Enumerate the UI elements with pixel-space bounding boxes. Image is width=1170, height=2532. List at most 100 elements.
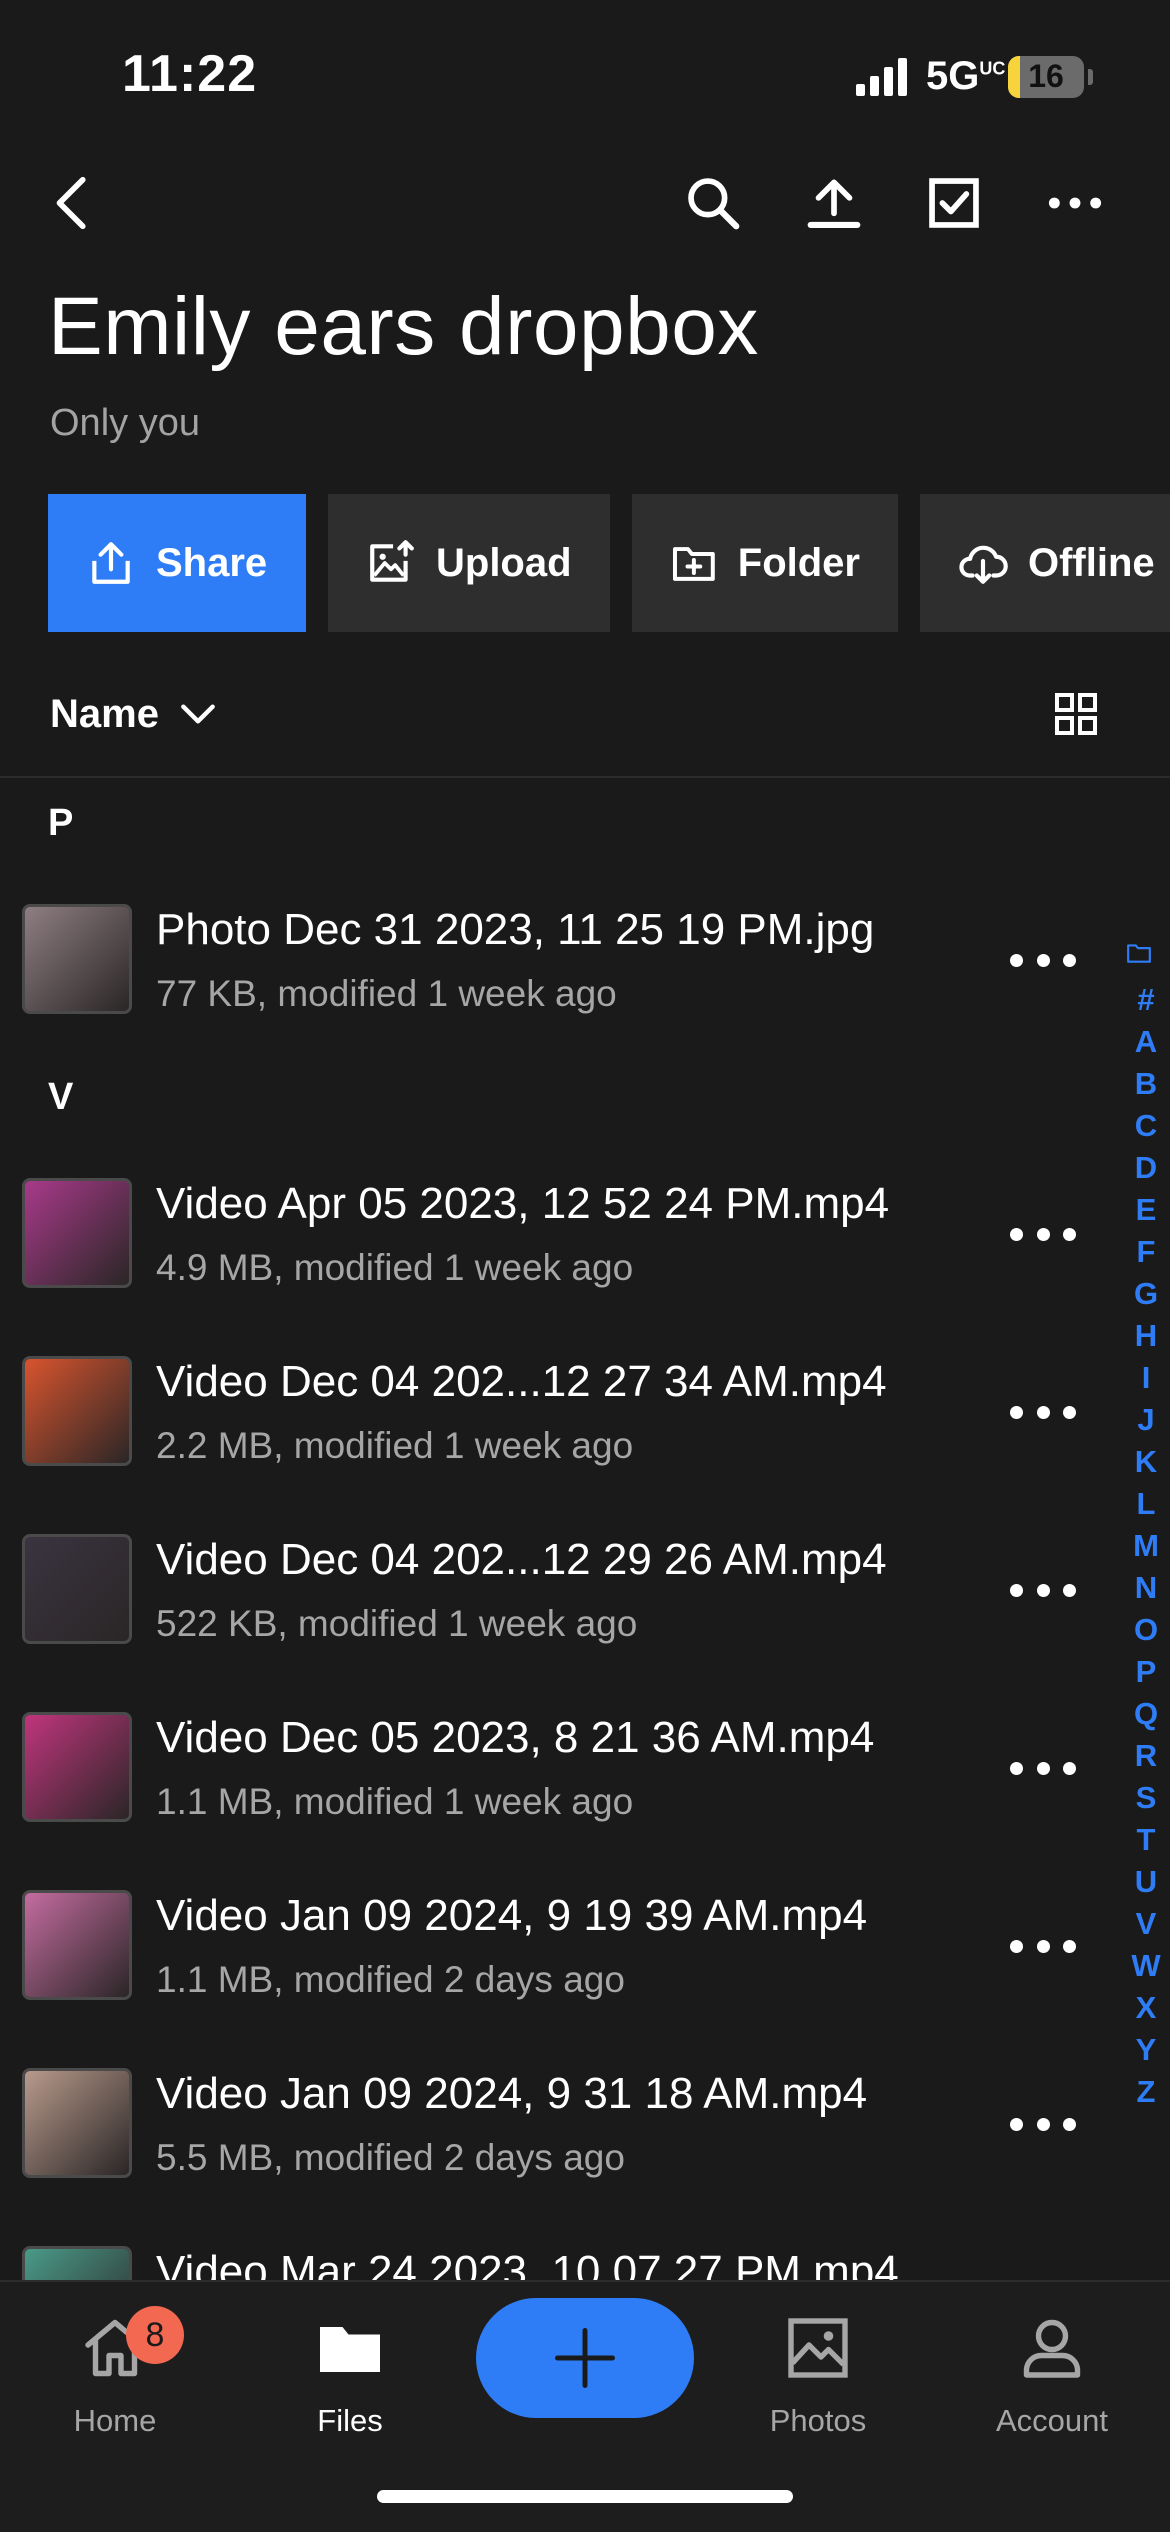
alphabet-index-letter[interactable]: W <box>1126 1945 1166 1987</box>
alphabet-index-letter[interactable]: J <box>1126 1399 1166 1441</box>
share-icon <box>92 542 130 584</box>
file-row[interactable]: Video Jan 09 2024, 9 31 18 AM.mp4 5.5 MB… <box>0 2037 1120 2215</box>
more-options-button[interactable] <box>1040 168 1110 238</box>
tab-account[interactable]: Account <box>967 2304 1137 2454</box>
file-more-button[interactable] <box>1010 1565 1076 1615</box>
alphabet-index-letter[interactable]: R <box>1126 1735 1166 1777</box>
file-thumbnail <box>22 1534 132 1644</box>
file-thumbnail <box>22 1178 132 1288</box>
file-name: Video Dec 04 202...12 29 26 AM.mp4 <box>156 1535 887 1584</box>
grid-view-icon[interactable] <box>1052 690 1100 738</box>
file-more-button[interactable] <box>1010 935 1076 985</box>
alphabet-index-letter[interactable]: L <box>1126 1483 1166 1525</box>
file-row[interactable]: Video Dec 04 202...12 27 34 AM.mp4 2.2 M… <box>0 1325 1120 1503</box>
battery-icon: 16 <box>1008 56 1084 98</box>
signal-icon <box>856 58 908 96</box>
alphabet-index-letter[interactable]: G <box>1126 1273 1166 1315</box>
file-more-button[interactable] <box>1010 1209 1076 1259</box>
alphabet-index-letter[interactable]: H <box>1126 1315 1166 1357</box>
create-folder-button[interactable]: Folder <box>632 494 898 632</box>
file-more-button[interactable] <box>1010 1743 1076 1793</box>
alphabet-index-letter[interactable]: D <box>1126 1147 1166 1189</box>
account-icon <box>1023 2319 1081 2378</box>
file-name: Video Jan 09 2024, 9 31 18 AM.mp4 <box>156 2069 868 2118</box>
tab-photos-label: Photos <box>769 2403 867 2438</box>
folder-label: Folder <box>737 540 860 585</box>
file-more-button[interactable] <box>1010 1387 1076 1437</box>
alphabet-index-letter[interactable]: A <box>1126 1021 1166 1063</box>
alphabet-index-letter[interactable]: M <box>1126 1525 1166 1567</box>
share-button[interactable]: Share <box>48 494 306 632</box>
file-thumbnail <box>22 2068 132 2178</box>
file-name: Video Jan 09 2024, 9 19 39 AM.mp4 <box>156 1891 868 1940</box>
file-meta: 4.9 MB, modified 1 week ago <box>156 1247 634 1288</box>
file-more-button[interactable] <box>1010 1921 1076 1971</box>
file-meta: 2.2 MB, modified 1 week ago <box>156 1425 634 1466</box>
file-meta: 77 KB, modified 1 week ago <box>156 973 617 1014</box>
alphabet-index-letter[interactable]: T <box>1126 1819 1166 1861</box>
alphabet-index-letter[interactable]: S <box>1126 1777 1166 1819</box>
network-suffix: UC <box>979 58 1006 79</box>
page-title: Emily ears dropbox <box>48 281 759 372</box>
file-thumbnail <box>22 1712 132 1822</box>
alphabet-index-letter[interactable]: P <box>1126 1651 1166 1693</box>
alphabet-index-letter[interactable]: Q <box>1126 1693 1166 1735</box>
tab-account-label: Account <box>995 2403 1108 2438</box>
tab-home-label: Home <box>73 2403 157 2438</box>
alphabet-index-letter[interactable]: N <box>1126 1567 1166 1609</box>
alphabet-index-letter[interactable]: I <box>1126 1357 1166 1399</box>
file-thumbnail <box>22 1890 132 2000</box>
network-label: 5G <box>926 54 980 98</box>
file-meta: 5.5 MB, modified 2 days ago <box>156 2137 625 2178</box>
file-name: Photo Dec 31 2023, 11 25 19 PM.jpg <box>156 905 875 954</box>
folder-index-icon[interactable] <box>1126 942 1152 964</box>
section-header-p: P <box>48 802 74 844</box>
share-label: Share <box>156 540 268 585</box>
upload-action-button[interactable]: Upload <box>328 494 610 632</box>
tab-home[interactable]: Home 8 <box>30 2304 200 2454</box>
alphabet-index-letter[interactable]: B <box>1126 1063 1166 1105</box>
tab-photos[interactable]: Photos <box>733 2304 903 2454</box>
file-name: Video Apr 05 2023, 12 52 24 PM.mp4 <box>156 1179 890 1228</box>
section-header-v: V <box>48 1076 74 1118</box>
file-row[interactable]: Video Apr 05 2023, 12 52 24 PM.mp4 4.9 M… <box>0 1147 1120 1325</box>
alphabet-index-letter[interactable]: U <box>1126 1861 1166 1903</box>
alphabet-index-letter[interactable]: X <box>1126 1987 1166 2029</box>
file-more-button[interactable] <box>1010 2099 1076 2149</box>
sort-name-button[interactable]: Name <box>50 692 159 737</box>
alphabet-index-letter[interactable]: E <box>1126 1189 1166 1231</box>
chevron-down-icon[interactable] <box>176 692 220 736</box>
alphabet-index-letter[interactable]: F <box>1126 1231 1166 1273</box>
file-row[interactable]: Video Dec 05 2023, 8 21 36 AM.mp4 1.1 MB… <box>0 1681 1120 1859</box>
file-row[interactable]: Photo Dec 31 2023, 11 25 19 PM.jpg 77 KB… <box>0 873 1120 1051</box>
action-bar: Share Upload Folder Offline <box>48 494 1170 632</box>
battery-cap <box>1088 69 1093 85</box>
file-name: Video Dec 04 202...12 27 34 AM.mp4 <box>156 1357 887 1406</box>
upload-button[interactable] <box>799 168 869 238</box>
notification-badge: 8 <box>126 2306 184 2364</box>
folder-icon <box>320 2327 380 2372</box>
chevron-left-icon <box>56 176 86 230</box>
offline-button[interactable]: Offline <box>920 494 1170 632</box>
status-time: 11:22 <box>122 45 258 103</box>
new-folder-icon <box>672 547 715 581</box>
alphabet-index-letter[interactable]: K <box>1126 1441 1166 1483</box>
file-row[interactable]: Video Dec 04 202...12 29 26 AM.mp4 522 K… <box>0 1503 1120 1681</box>
back-button[interactable] <box>40 168 110 238</box>
alphabet-index-letter[interactable]: O <box>1126 1609 1166 1651</box>
file-row[interactable]: Video Jan 09 2024, 9 19 39 AM.mp4 1.1 MB… <box>0 1859 1120 2037</box>
sharing-status: Only you <box>50 402 200 444</box>
select-button[interactable] <box>919 168 989 238</box>
alphabet-index-letter[interactable]: # <box>1126 979 1166 1021</box>
alphabet-index-letter[interactable]: V <box>1126 1903 1166 1945</box>
alphabet-index[interactable]: # A B C D E F G H I J K L M N O P Q R S T U V W X Y Z <box>1126 942 1166 2113</box>
alphabet-index-letter[interactable]: Y <box>1126 2029 1166 2071</box>
sort-row: Name <box>0 672 1170 778</box>
search-button[interactable] <box>678 168 748 238</box>
create-button[interactable] <box>476 2298 694 2418</box>
photos-icon <box>788 2318 848 2378</box>
tab-files[interactable]: Files <box>265 2304 435 2454</box>
alphabet-index-letter[interactable]: Z <box>1126 2071 1166 2113</box>
search-icon <box>688 178 740 230</box>
alphabet-index-letter[interactable]: C <box>1126 1105 1166 1147</box>
